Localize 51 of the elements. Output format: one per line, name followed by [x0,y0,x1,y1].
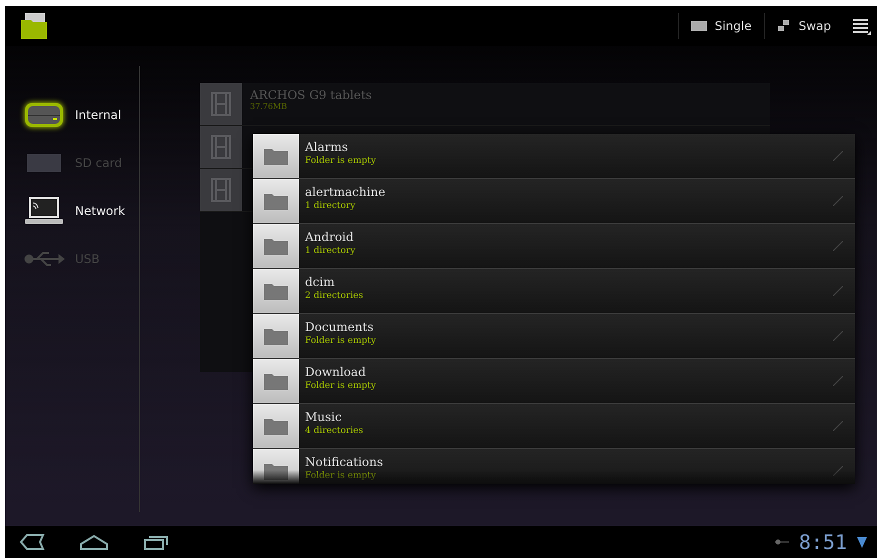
folder-icon [263,416,289,436]
folder-icon [263,191,289,211]
film-icon [210,177,232,203]
clock-time: 8:51 [798,530,847,554]
folder-icon [263,146,289,166]
folder-icon [263,236,289,256]
folder-row[interactable]: Download Folder is empty [253,359,855,404]
folder-name: Download [305,365,367,379]
hard-drive-icon [23,100,65,130]
folder-icon [263,326,289,346]
folder-detail: Folder is empty [305,381,377,391]
folder-row[interactable]: Music 4 directories [253,404,855,449]
single-pane-icon [690,21,707,31]
folder-name: Music [305,410,343,424]
folder-row[interactable]: Documents Folder is empty [253,314,855,359]
swap-button[interactable]: Swap [764,13,843,39]
folder-row[interactable]: Android 1 directory [253,224,855,269]
home-icon[interactable] [79,534,109,550]
file-size: 37.76MB [250,102,288,111]
folder-detail: 1 directory [305,246,356,256]
folder-row[interactable]: dcim 2 directories [253,269,855,314]
menu-icon[interactable] [853,17,871,35]
folder-name: Alarms [305,140,349,154]
sidebar-item[interactable]: Internal [5,100,139,130]
folder-detail: 4 directories [305,426,364,436]
folder-detail: Folder is empty [305,336,377,346]
film-icon [210,91,232,117]
folder-name: Notifications [305,455,384,469]
usb-icon [23,249,65,269]
app-logo-icon[interactable] [19,12,49,40]
folder-detail: 1 directory [305,201,356,211]
laptop-icon [23,195,65,227]
folder-row[interactable]: Notifications Folder is empty [253,449,855,484]
sidebar-item[interactable]: Network [5,196,139,226]
single-button[interactable]: Single [678,13,764,39]
folder-icon [263,461,289,481]
folder-row[interactable]: Alarms Folder is empty [253,134,855,179]
folder-name: alertmachine [305,185,386,199]
folder-name: dcim [305,275,336,289]
folder-detail: Folder is empty [305,471,377,481]
recent-apps-icon[interactable] [143,534,169,550]
folder-icon [263,281,289,301]
folder-detail: 2 directories [305,291,364,301]
folder-name: Documents [305,320,374,334]
swap-icon [776,20,791,32]
back-icon[interactable] [19,534,45,550]
folder-row[interactable]: alertmachine 1 directory [253,179,855,224]
film-icon [210,134,232,160]
folder-detail: Folder is empty [305,156,377,166]
folder-name: Android [305,230,355,244]
file-name: ARCHOS G9 tablets [250,88,372,102]
